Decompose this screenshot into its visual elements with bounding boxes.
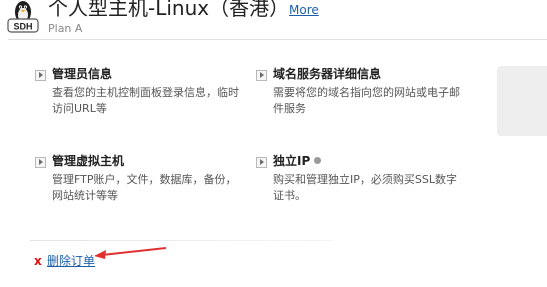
arrow-right-icon — [256, 157, 267, 168]
delete-x-icon[interactable]: x — [34, 254, 42, 268]
delete-order-link[interactable]: 删除订单 — [47, 254, 95, 268]
plan-label: Plan A — [48, 22, 83, 35]
manage-hosting-description: 管理FTP账户，文件，数据库，备份，网站统计等等 — [52, 173, 237, 202]
logo-text: SDH — [13, 22, 32, 32]
arrow-right-icon — [35, 157, 46, 168]
sdh-logo: SDH — [6, 0, 40, 34]
status-dot-icon — [314, 157, 322, 164]
dedicated-ip-description: 购买和管理独立IP，必须购买SSL数字证书。 — [273, 173, 457, 202]
admin-info-heading[interactable]: 管理员信息 — [52, 67, 112, 82]
dns-details-heading[interactable]: 域名服务器详细信息 — [273, 67, 381, 82]
more-link[interactable]: More — [289, 2, 319, 18]
arrow-right-icon — [256, 70, 267, 81]
dns-details-description: 需要将您的域名指向您的网站或电子邮件服务 — [273, 86, 460, 115]
arrow-right-icon — [35, 70, 46, 81]
footer-divider — [30, 240, 333, 241]
tux-penguin-icon: SDH — [7, 1, 39, 33]
side-panel — [497, 66, 547, 136]
admin-info-description: 查看您的主机控制面板登录信息，临时访问URL等 — [52, 86, 239, 115]
red-annotation-arrow — [94, 247, 167, 259]
header-divider — [8, 39, 547, 40]
dedicated-ip-heading[interactable]: 独立IP — [273, 154, 310, 168]
page-header: SDH 个人型主机-Linux（香港） More Plan A — [0, 0, 547, 42]
page-title: 个人型主机-Linux（香港） — [48, 0, 290, 20]
manage-hosting-heading[interactable]: 管理虚拟主机 — [52, 154, 124, 169]
